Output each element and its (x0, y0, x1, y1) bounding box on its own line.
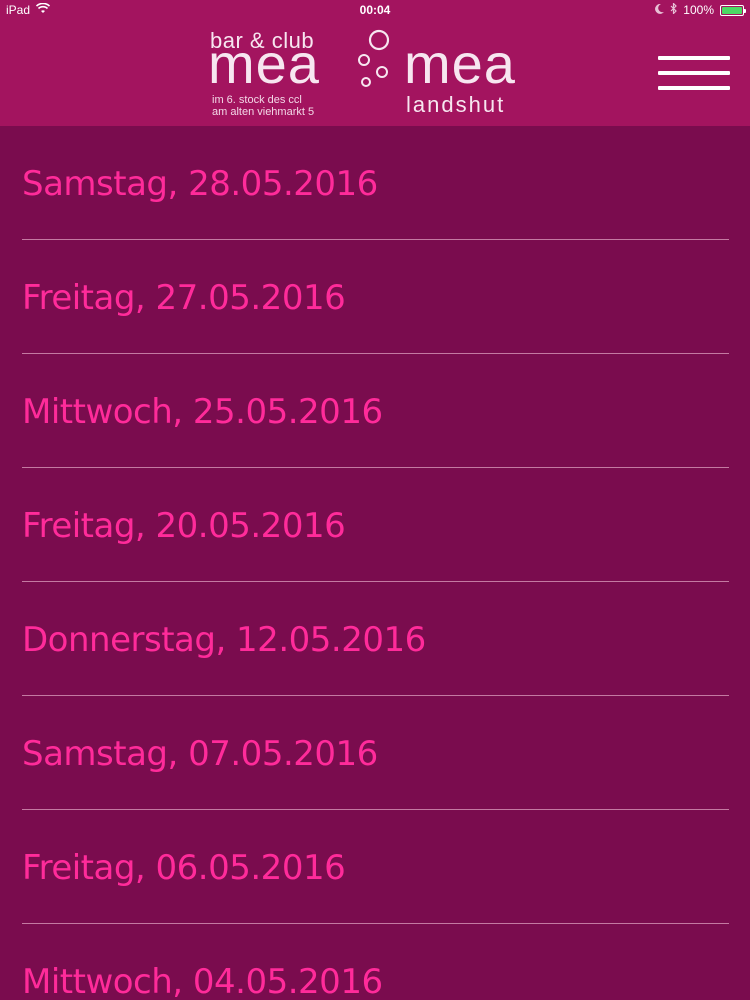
hamburger-menu-icon[interactable] (658, 56, 730, 90)
battery-label: 100% (683, 3, 714, 17)
event-date-label: Freitag, 06.05.2016 (22, 847, 346, 888)
logo-bubbles-icon (358, 29, 390, 87)
logo-address-line2: am alten viehmarkt 5 (212, 106, 315, 118)
menu-line (658, 86, 730, 90)
battery-fill (722, 6, 742, 14)
menu-line (658, 56, 730, 60)
mea-mea-logo[interactable]: bar & club mea im 6. stock des ccl am al… (208, 22, 548, 122)
logo-mea-right: mea (404, 32, 516, 95)
event-date-label: Donnerstag, 12.05.2016 (22, 619, 426, 660)
event-list-item[interactable]: Freitag, 27.05.2016 (22, 240, 729, 354)
status-bar: iPad 00:04 100% (0, 0, 750, 20)
event-list-item[interactable]: Freitag, 06.05.2016 (22, 810, 729, 924)
battery-icon (720, 4, 746, 16)
logo-mea-left: mea (208, 32, 320, 95)
event-date-list: Samstag, 28.05.2016 Freitag, 27.05.2016 … (0, 126, 750, 1000)
moon-icon (655, 3, 665, 17)
event-date-label: Mittwoch, 25.05.2016 (22, 391, 383, 432)
event-date-label: Freitag, 27.05.2016 (22, 277, 346, 318)
event-list-item[interactable]: Mittwoch, 04.05.2016 (22, 924, 729, 1000)
event-list-item[interactable]: Freitag, 20.05.2016 (22, 468, 729, 582)
status-time: 00:04 (359, 3, 391, 17)
logo-address-line1: im 6. stock des ccl (212, 94, 302, 106)
bluetooth-icon (670, 2, 678, 17)
menu-line (658, 71, 730, 75)
event-date-label: Freitag, 20.05.2016 (22, 505, 346, 546)
event-date-label: Mittwoch, 04.05.2016 (22, 961, 383, 1000)
event-list-item[interactable]: Donnerstag, 12.05.2016 (22, 582, 729, 696)
event-date-label: Samstag, 28.05.2016 (22, 163, 378, 204)
app-header: bar & club mea im 6. stock des ccl am al… (0, 20, 750, 126)
event-list-item[interactable]: Samstag, 07.05.2016 (22, 696, 729, 810)
status-right: 100% (655, 2, 746, 17)
event-date-label: Samstag, 07.05.2016 (22, 733, 378, 774)
logo-city: landshut (406, 92, 506, 117)
event-list-item[interactable]: Mittwoch, 25.05.2016 (22, 354, 729, 468)
event-list-item[interactable]: Samstag, 28.05.2016 (22, 126, 729, 240)
